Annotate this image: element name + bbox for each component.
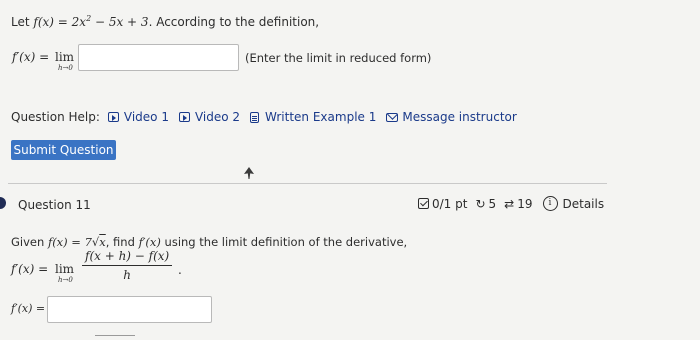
limit-word: lim — [55, 262, 75, 276]
prev-answer-hint: (Enter the limit in reduced form) — [245, 51, 432, 65]
retries-count: 5 — [488, 196, 497, 211]
derivative-label: f′(x) = — [11, 262, 49, 276]
prompt-lead: Given — [11, 235, 48, 249]
question-help-bar: Question Help: Video 1 Video 2 Written E… — [11, 110, 517, 124]
next-content-edge — [95, 335, 135, 340]
prompt-derivative: f′(x) — [138, 235, 161, 249]
question-title: Question 11 — [18, 198, 91, 212]
question-prompt: Given f(x) = 7√x, find f′(x) using the l… — [11, 235, 407, 249]
mail-icon — [386, 112, 399, 122]
limit-subscript: h→0 — [58, 276, 73, 284]
prompt-tail: using the limit definition of the deriva… — [160, 235, 408, 249]
question-meta: 0/1 pt ↻ 5 ⇄ 19 i Details — [418, 196, 604, 211]
prompt-radical: √x — [91, 235, 106, 249]
attempts-count: 19 — [517, 196, 533, 211]
prev-question-prompt: Let f(x) = 2x2 − 5x + 3. According to th… — [11, 14, 319, 29]
details-button[interactable]: i Details — [542, 196, 605, 211]
video-1-label: Video 1 — [123, 110, 169, 124]
prev-answer-input[interactable] — [78, 44, 239, 71]
prompt-function-rest: − 5x + 3 — [91, 15, 149, 29]
prompt-function: f(x) = 7 — [47, 235, 92, 249]
details-label: Details — [562, 196, 605, 211]
message-instructor-link[interactable]: Message instructor — [386, 110, 517, 124]
prev-derivative-label: f′(x) = — [12, 50, 50, 64]
fraction-bar — [82, 265, 173, 266]
message-instructor-label: Message instructor — [402, 110, 517, 124]
expression-period: . — [178, 263, 182, 277]
prev-limit-subscript: h→0 — [58, 64, 73, 72]
difference-numerator: f(x + h) − f(x) — [85, 249, 170, 263]
written-example-link[interactable]: Written Example 1 — [250, 110, 376, 124]
attempts-icon: ⇄ — [504, 196, 515, 211]
answer-input[interactable] — [47, 296, 212, 323]
prev-limit-notation: lim h→0 — [55, 50, 75, 72]
retry-icon: ↻ — [475, 196, 486, 211]
info-icon: i — [542, 196, 558, 211]
prompt-lead: Let — [11, 15, 34, 29]
score-checkbox-icon — [418, 198, 429, 209]
video-icon — [178, 112, 190, 122]
written-example-label: Written Example 1 — [265, 110, 377, 124]
video-2-label: Video 2 — [194, 110, 241, 124]
video-2-link[interactable]: Video 2 — [178, 110, 241, 124]
cursor-pointer-icon — [244, 167, 254, 179]
video-1-link[interactable]: Video 1 — [107, 110, 169, 124]
video-icon — [107, 112, 119, 122]
score-value: 0/1 pt — [432, 196, 468, 211]
question-help-label: Question Help: — [11, 110, 100, 124]
submit-question-button[interactable]: Submit Question — [11, 140, 116, 160]
prev-limit-word: lim — [55, 50, 75, 64]
prompt-function: f(x) = 2x — [33, 15, 87, 29]
prompt-middle: , find — [105, 235, 139, 249]
question-divider — [8, 183, 607, 184]
document-icon — [250, 111, 260, 123]
difference-quotient: f(x + h) − f(x) h — [82, 249, 173, 282]
limit-notation: lim h→0 — [55, 262, 75, 284]
answer-label: f′(x) = — [11, 302, 46, 315]
question-bullet-icon — [0, 197, 6, 209]
prompt-tail: . According to the definition, — [148, 15, 320, 29]
difference-denominator: h — [123, 268, 131, 282]
